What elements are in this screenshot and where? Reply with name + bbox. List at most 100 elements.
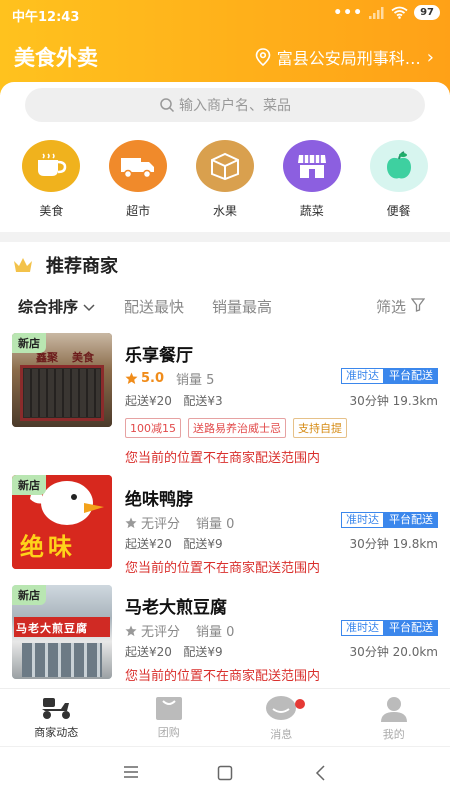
sort-bar: 综合排序 配送最快 销量最高 筛选 xyxy=(0,296,450,320)
min-order: 起送¥20 xyxy=(125,394,172,408)
apple-icon xyxy=(369,140,428,192)
star-icon xyxy=(125,624,137,636)
category-vegetable[interactable]: 蔬菜 xyxy=(277,140,347,219)
sort-comprehensive[interactable]: 综合排序 xyxy=(18,296,95,317)
status-time: 中午12:43 xyxy=(12,10,80,25)
location-text: 富县公安局刑事科… xyxy=(276,49,421,68)
out-of-range-warning: 您当前的位置不在商家配送范围内 xyxy=(125,451,321,466)
badge-platform: 平台配送 xyxy=(384,620,438,636)
rating-score: 5.0 xyxy=(141,371,165,386)
home-icon[interactable] xyxy=(217,765,233,781)
category-label: 水果 xyxy=(212,204,237,218)
min-order: 起送¥20 xyxy=(125,537,172,551)
section-title: 推荐商家 xyxy=(12,252,118,278)
promo-tag: 支持自提 xyxy=(293,418,347,438)
category-supermarket[interactable]: 超市 xyxy=(103,140,173,219)
store-sign-subtext: 美食 xyxy=(72,351,94,364)
badge-ontime: 准时达 xyxy=(341,368,384,384)
rating-none: 无评分 xyxy=(141,517,181,532)
status-icons: ••• 97 xyxy=(333,5,440,20)
location-selector[interactable]: 富县公安局刑事科… › xyxy=(255,45,434,69)
search-category-panel: 输入商户名、菜品 美食 超市 水果 蔬菜 便餐 xyxy=(0,82,450,232)
min-order: 起送¥20 xyxy=(125,645,172,659)
tab-label: 我的 xyxy=(382,728,405,741)
search-icon xyxy=(160,98,175,113)
shopping-bag-icon xyxy=(155,697,182,720)
category-row: 美食 超市 水果 蔬菜 便餐 xyxy=(0,140,450,219)
category-food[interactable]: 美食 xyxy=(16,140,86,219)
delivery-badges: 准时达 平台配送 xyxy=(341,368,438,384)
delivery-truck-icon xyxy=(109,140,168,192)
storefront-icon xyxy=(282,140,341,192)
new-store-tag: 新店 xyxy=(12,475,46,495)
sort-fastest[interactable]: 配送最快 xyxy=(124,296,184,317)
new-store-tag: 新店 xyxy=(12,585,46,605)
unread-dot xyxy=(295,699,305,709)
store-eta: 30分钟 19.8km xyxy=(349,537,438,551)
store-card[interactable]: 马老大煎豆腐 新店 马老大煎豆腐 无评分 销量 0 准时达 平台配送 起送¥20… xyxy=(0,585,450,685)
chat-bubble-icon xyxy=(266,696,297,720)
search-input[interactable]: 输入商户名、菜品 xyxy=(25,88,425,122)
store-card[interactable]: 绝味 新店 绝味鸭脖 无评分 销量 0 准时达 平台配送 起送¥20 配送¥9 … xyxy=(0,475,450,580)
tab-label: 团购 xyxy=(157,726,180,739)
star-icon xyxy=(125,516,137,528)
wifi-icon xyxy=(391,6,408,19)
filter-icon xyxy=(410,298,426,312)
category-fruit[interactable]: 水果 xyxy=(190,140,260,219)
store-fees: 起送¥20 配送¥9 xyxy=(125,535,223,552)
new-store-tag: 新店 xyxy=(12,333,46,353)
delivery-badges: 准时达 平台配送 xyxy=(341,512,438,528)
tab-group-buy[interactable]: 团购 xyxy=(113,689,226,746)
sales-count: 销量 0 xyxy=(196,625,235,640)
app-title: 美食外卖 xyxy=(14,46,98,70)
store-rating: 无评分 销量 0 xyxy=(125,621,234,640)
promo-tags: 100减15 送路易养治威士忌 支持自提 xyxy=(125,418,347,438)
crown-icon xyxy=(14,258,32,272)
delivery-fee: 配送¥3 xyxy=(183,394,223,408)
store-card[interactable]: 鑫聚 美食 新店 乐享餐厅 5.0 销量 5 准时达 平台配送 起送¥20 配送… xyxy=(0,333,450,473)
system-nav-bar xyxy=(0,746,450,800)
promo-tag: 100减15 xyxy=(125,418,181,438)
app-header: 中午12:43 ••• 97 美食外卖 富县公安局刑事科… › xyxy=(0,0,450,95)
store-name: 马老大煎豆腐 xyxy=(125,598,227,618)
chevron-right-icon: › xyxy=(426,46,434,68)
category-label: 美食 xyxy=(39,204,64,218)
out-of-range-warning: 您当前的位置不在商家配送范围内 xyxy=(125,669,321,684)
promo-tag: 送路易养治威士忌 xyxy=(188,418,286,438)
store-rating: 5.0 销量 5 xyxy=(125,369,214,388)
delivery-fee: 配送¥9 xyxy=(183,645,223,659)
badge-ontime: 准时达 xyxy=(341,620,384,636)
coffee-cup-icon xyxy=(22,140,81,192)
filter-button[interactable]: 筛选 xyxy=(376,296,426,317)
battery-indicator: 97 xyxy=(414,5,440,20)
store-fees: 起送¥20 配送¥3 xyxy=(125,392,223,409)
category-meal[interactable]: 便餐 xyxy=(364,140,434,219)
store-logo-text: 绝味 xyxy=(20,532,76,561)
section-divider xyxy=(0,232,450,242)
star-icon xyxy=(125,372,138,384)
sort-sales[interactable]: 销量最高 xyxy=(212,296,272,317)
search-placeholder: 输入商户名、菜品 xyxy=(179,98,291,114)
section-title-text: 推荐商家 xyxy=(46,256,118,277)
bottom-tab-bar: 商家动态 团购 消息 我的 xyxy=(0,688,450,746)
category-label: 便餐 xyxy=(386,204,411,218)
rating-none: 无评分 xyxy=(141,625,181,640)
store-rating: 无评分 销量 0 xyxy=(125,513,234,532)
badge-platform: 平台配送 xyxy=(384,512,438,528)
menu-icon[interactable] xyxy=(123,765,139,779)
store-name: 绝味鸭脖 xyxy=(125,490,193,510)
store-thumbnail: 鑫聚 美食 新店 xyxy=(12,333,112,427)
status-bar: 中午12:43 ••• 97 xyxy=(0,0,450,28)
back-icon[interactable] xyxy=(314,765,326,781)
store-eta: 30分钟 20.0km xyxy=(349,645,438,659)
tab-store-news[interactable]: 商家动态 xyxy=(0,689,113,746)
filter-label: 筛选 xyxy=(376,298,407,316)
badge-ontime: 准时达 xyxy=(341,512,384,528)
chevron-down-icon xyxy=(83,304,95,312)
tab-profile[interactable]: 我的 xyxy=(338,689,450,746)
sales-count: 销量 5 xyxy=(176,373,215,388)
sort-comprehensive-label: 综合排序 xyxy=(18,298,79,316)
delivery-fee: 配送¥9 xyxy=(183,537,223,551)
tab-label: 商家动态 xyxy=(34,726,79,739)
tab-messages[interactable]: 消息 xyxy=(225,689,338,746)
